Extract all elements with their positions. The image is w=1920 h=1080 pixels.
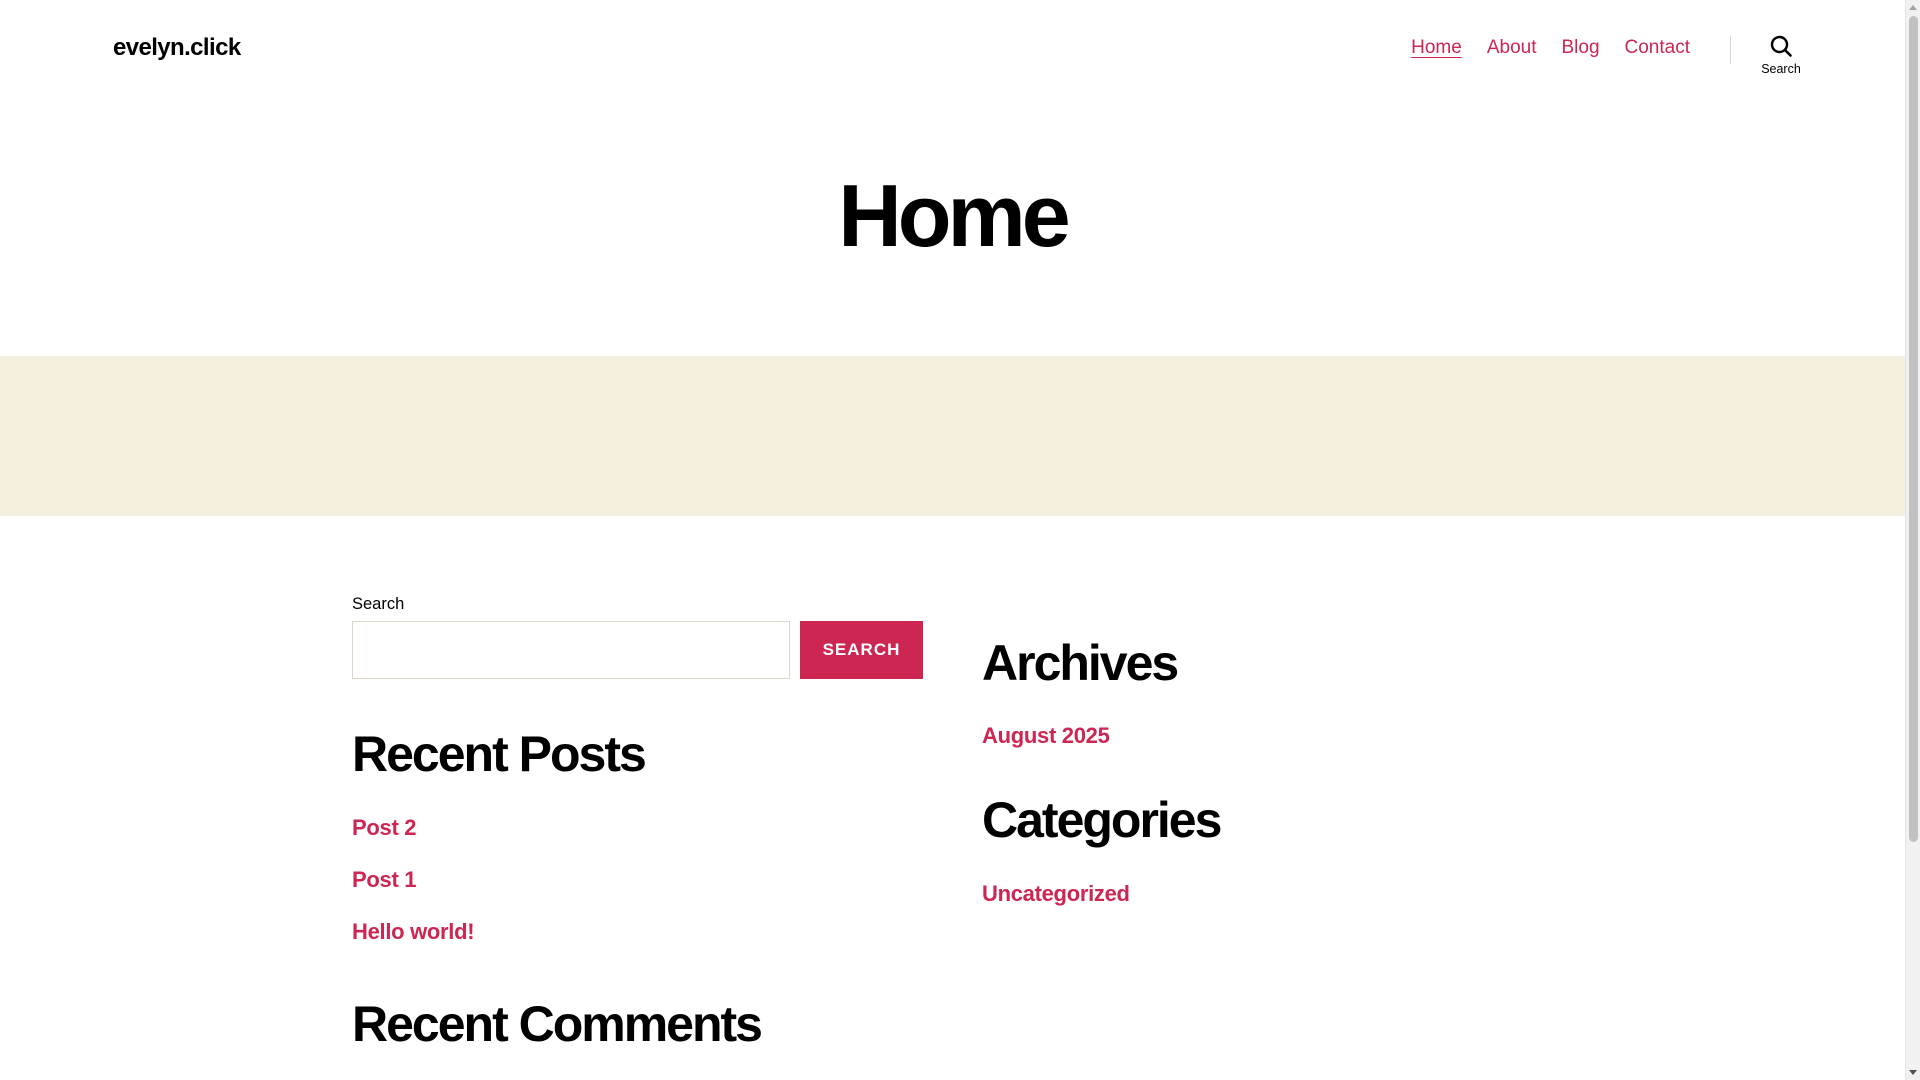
- archives-widget: Archives August 2025: [982, 636, 1554, 749]
- search-form: Search: [352, 621, 924, 679]
- search-submit-button[interactable]: Search: [800, 621, 923, 679]
- recent-posts-title: Recent Posts: [352, 726, 647, 782]
- search-widget: Search Search: [352, 595, 924, 679]
- recent-comments-title: Recent Comments: [352, 996, 763, 1052]
- nav-divider: [1730, 36, 1731, 64]
- scroll-down-arrow-icon[interactable]: [1909, 1070, 1917, 1075]
- archive-link[interactable]: August 2025: [982, 723, 1110, 748]
- nav-item-contact[interactable]: Contact: [1625, 37, 1690, 59]
- archives-list: August 2025: [982, 723, 1554, 749]
- list-item: August 2025: [982, 723, 1554, 749]
- recent-posts-list: Post 2 Post 1 Hello world!: [352, 815, 924, 971]
- search-icon: [1769, 34, 1793, 58]
- search-toggle-label: Search: [1761, 62, 1801, 76]
- categories-list: Uncategorized: [982, 881, 1554, 907]
- scrollbar-thumb[interactable]: [1909, 16, 1918, 842]
- widgets-column-left: Search Search Recent Posts Post 2 Post 1…: [352, 595, 924, 1052]
- nav-item-home[interactable]: Home: [1411, 37, 1462, 59]
- recent-post-link[interactable]: Post 1: [352, 867, 417, 892]
- cover-band: [0, 356, 1905, 516]
- search-input[interactable]: [352, 621, 790, 679]
- list-item: Uncategorized: [982, 881, 1554, 907]
- page-title: Home: [838, 166, 1071, 265]
- list-item: Post 2: [352, 815, 924, 867]
- site-header: evelyn.click Home About Blog Contact Sea…: [0, 0, 1905, 100]
- nav-item-blog[interactable]: Blog: [1561, 37, 1599, 59]
- archives-title: Archives: [982, 635, 1179, 691]
- recent-comments-widget: Recent Comments: [352, 997, 924, 1052]
- category-link[interactable]: Uncategorized: [982, 881, 1130, 906]
- vertical-scrollbar[interactable]: [1905, 0, 1920, 1080]
- primary-navigation: Home About Blog Contact: [1411, 37, 1690, 59]
- categories-title: Categories: [982, 792, 1222, 848]
- list-item: Hello world!: [352, 919, 924, 971]
- site-title-link[interactable]: evelyn.click: [113, 34, 241, 62]
- nav-item-about[interactable]: About: [1487, 37, 1537, 59]
- categories-widget: Categories Uncategorized: [982, 793, 1554, 907]
- scroll-up-arrow-icon[interactable]: [1909, 5, 1917, 10]
- page-viewport: evelyn.click Home About Blog Contact Sea…: [0, 0, 1905, 1080]
- recent-post-link[interactable]: Post 2: [352, 815, 417, 840]
- search-toggle-button[interactable]: Search: [1752, 34, 1810, 84]
- recent-post-link[interactable]: Hello world!: [352, 919, 475, 944]
- search-label: Search: [352, 595, 405, 613]
- widgets-column-right: Archives August 2025 Categories Uncatego…: [982, 636, 1554, 907]
- recent-posts-widget: Recent Posts Post 2 Post 1 Hello world!: [352, 727, 924, 971]
- list-item: Post 1: [352, 867, 924, 919]
